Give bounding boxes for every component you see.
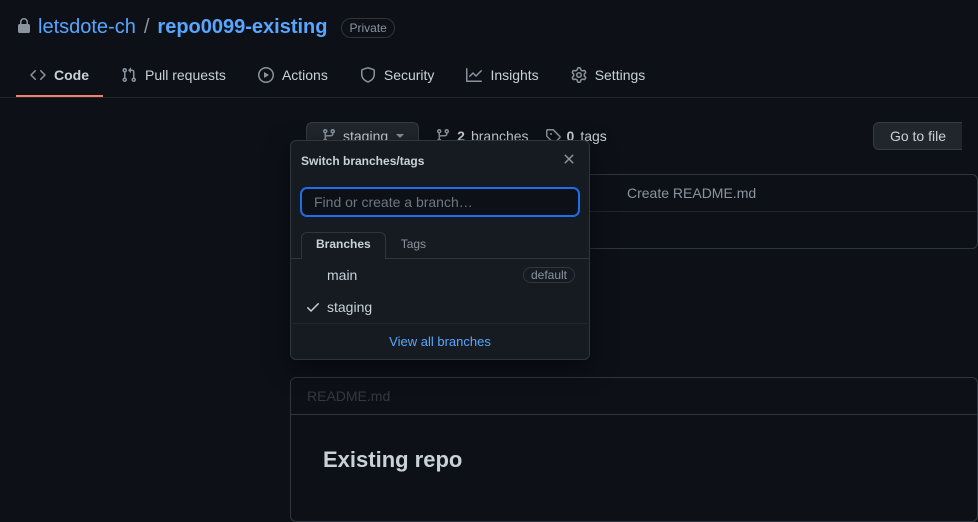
popover-tab-tags[interactable]: Tags <box>386 232 441 259</box>
visibility-badge: Private <box>341 18 394 38</box>
default-badge: default <box>523 267 575 283</box>
branch-item-main[interactable]: main default <box>291 259 589 291</box>
tab-insights[interactable]: Insights <box>452 59 552 97</box>
branch-name: staging <box>327 299 372 315</box>
tab-pull-requests[interactable]: Pull requests <box>107 59 240 97</box>
main-content: staging 2 branches 0 tags Go to file Cre… <box>0 98 978 150</box>
popover-title: Switch branches/tags <box>301 154 424 168</box>
view-all-branches-link[interactable]: View all branches <box>291 323 589 359</box>
readme-filename: README.md <box>307 388 390 404</box>
path-separator: / <box>144 16 150 39</box>
check-icon <box>305 299 321 315</box>
close-icon[interactable] <box>559 149 579 172</box>
readme-box: Existing repo <box>290 414 978 522</box>
popover-search <box>291 180 589 224</box>
readme-heading: Existing repo <box>323 439 945 481</box>
tab-insights-label: Insights <box>490 67 538 83</box>
tab-actions[interactable]: Actions <box>244 59 342 97</box>
tab-code-label: Code <box>54 67 89 83</box>
branch-name: main <box>327 267 357 283</box>
popover-tab-branches[interactable]: Branches <box>301 232 386 259</box>
branch-item-staging[interactable]: staging <box>291 291 589 323</box>
popover-tabs: Branches Tags <box>291 224 589 259</box>
go-to-file-button[interactable]: Go to file <box>873 122 962 150</box>
tab-security-label: Security <box>384 67 435 83</box>
repo-header: letsdote-ch / repo0099-existing Private <box>0 0 978 39</box>
branch-search-input[interactable] <box>301 188 579 216</box>
tab-settings-label: Settings <box>595 67 646 83</box>
tab-settings[interactable]: Settings <box>557 59 660 97</box>
readme-header-row: README.md <box>290 377 978 414</box>
tab-actions-label: Actions <box>282 67 328 83</box>
repo-link[interactable]: repo0099-existing <box>157 16 327 39</box>
tab-security[interactable]: Security <box>346 59 449 97</box>
caret-down-icon <box>396 134 404 138</box>
branch-switcher-popover: Switch branches/tags Branches Tags main … <box>290 140 590 360</box>
commit-message: Create README.md <box>627 185 756 201</box>
owner-link[interactable]: letsdote-ch <box>38 16 136 39</box>
popover-header: Switch branches/tags <box>291 141 589 180</box>
lock-icon <box>16 18 32 37</box>
repo-nav: Code Pull requests Actions Security Insi… <box>0 59 978 98</box>
tab-code[interactable]: Code <box>16 59 103 97</box>
tab-pulls-label: Pull requests <box>145 67 226 83</box>
branch-list: main default staging <box>291 258 589 323</box>
